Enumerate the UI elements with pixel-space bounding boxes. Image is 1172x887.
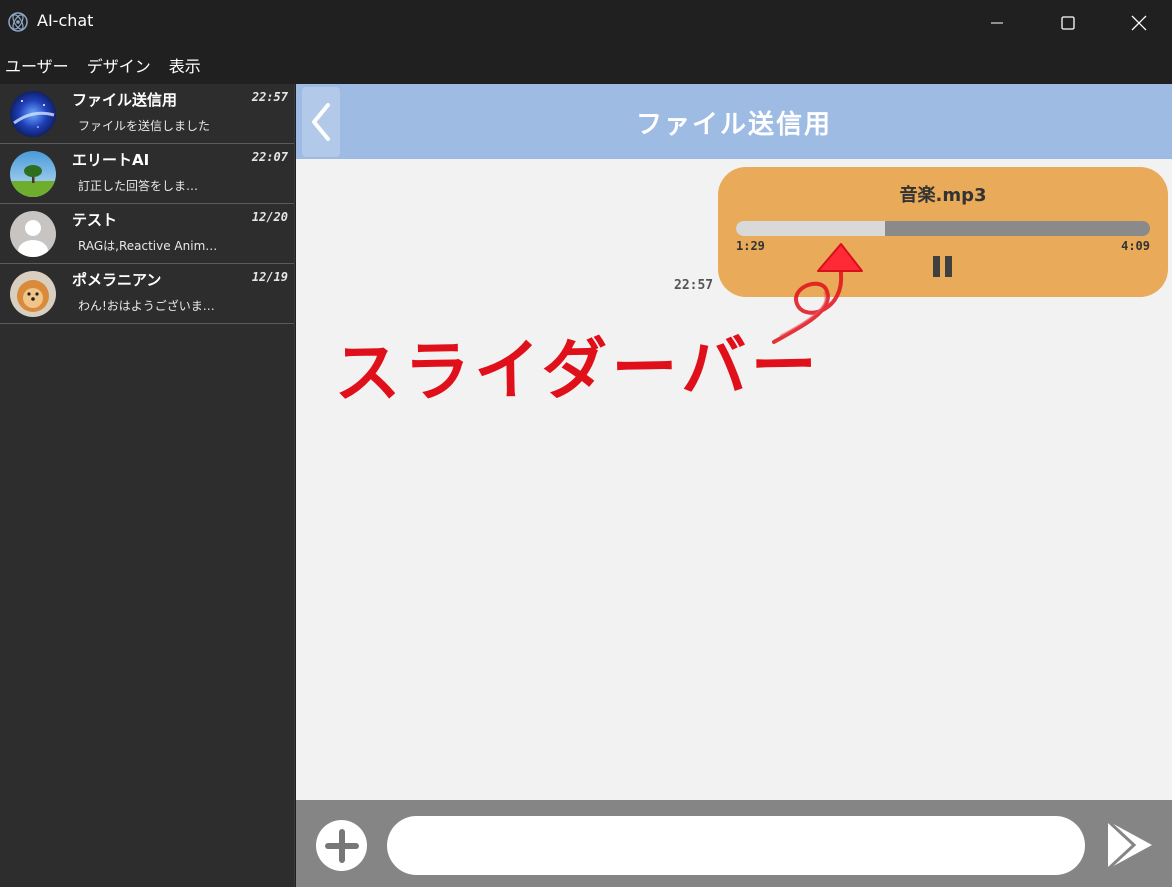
menu-bar: ユーザー デザイン 表示 — [0, 46, 1172, 84]
message-input[interactable] — [387, 816, 1085, 875]
close-button[interactable] — [1104, 0, 1172, 46]
chat-time: 12/19 — [251, 270, 288, 284]
chat-preview: 訂正した回答をしま… — [78, 179, 199, 193]
chat-list-item[interactable]: テスト 12/20 RAGは,Reactive Anim… — [0, 204, 294, 264]
maximize-icon — [1061, 16, 1075, 30]
chat-preview: ファイルを送信しました — [78, 119, 211, 133]
chat-list-item[interactable]: ファイル送信用 22:57 ファイルを送信しました — [0, 84, 294, 144]
close-icon — [1131, 15, 1147, 31]
tree-field-avatar — [10, 151, 56, 197]
plus-icon — [324, 828, 359, 863]
title-bar: AI-chat — [0, 0, 1172, 46]
annotation-arrow-icon — [772, 243, 863, 344]
menu-design[interactable]: デザイン — [87, 53, 151, 77]
chat-time: 22:57 — [251, 90, 288, 104]
chat-list-item[interactable]: ポメラニアン 12/19 わん!おはようございま… — [0, 264, 294, 324]
pomeranian-avatar — [10, 271, 56, 317]
chat-name: エリートAI — [72, 151, 150, 169]
default-user-avatar — [10, 211, 56, 257]
chat-list-item[interactable]: エリートAI 22:07 訂正した回答をしま… — [0, 144, 294, 204]
minimize-button[interactable] — [962, 0, 1032, 46]
galaxy-avatar — [10, 91, 56, 137]
send-icon[interactable] — [1104, 818, 1156, 872]
chat-name: ポメラニアン — [72, 271, 162, 289]
chat-list-sidebar: ファイル送信用 22:57 ファイルを送信しました エリートAI 22:07 訂… — [0, 84, 295, 887]
chat-name: ファイル送信用 — [72, 91, 178, 109]
menu-view[interactable]: 表示 — [169, 53, 201, 77]
minimize-icon — [991, 22, 1003, 24]
chat-time: 12/20 — [251, 210, 288, 224]
chat-name: テスト — [72, 211, 118, 229]
app-logo-icon — [8, 12, 28, 32]
add-attachment-button[interactable] — [316, 820, 367, 871]
chat-time: 22:07 — [251, 150, 288, 164]
maximize-button[interactable] — [1033, 0, 1103, 46]
message-input-bar — [296, 800, 1172, 887]
chat-preview: RAGは,Reactive Anim… — [78, 239, 218, 253]
annotation-label: スライダーバー — [333, 326, 822, 413]
window-title: AI-chat — [37, 11, 94, 30]
chat-preview: わん!おはようございま… — [78, 299, 215, 313]
chat-main: ファイル送信用 22:57 音楽.mp3 1:29 4:09 スライダーバー — [296, 84, 1172, 887]
menu-user[interactable]: ユーザー — [5, 53, 69, 77]
